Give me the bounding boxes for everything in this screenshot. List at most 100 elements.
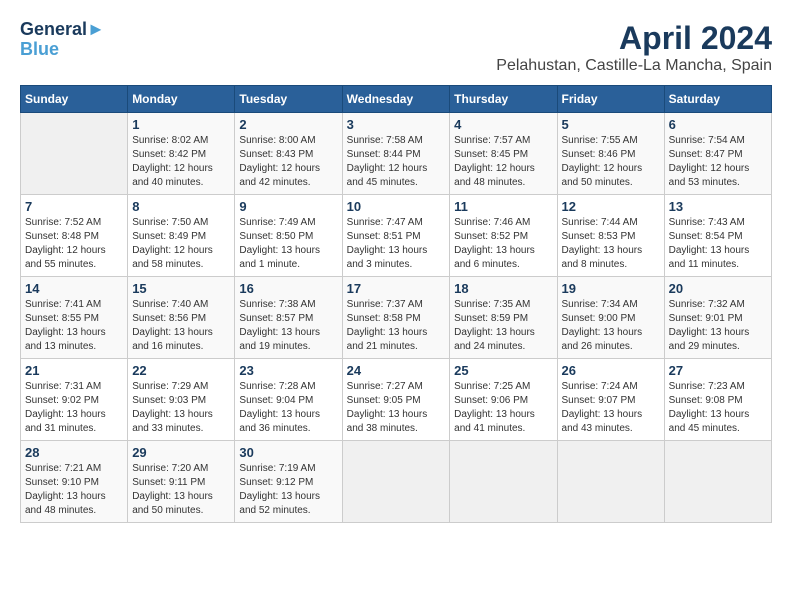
page-title: April 2024 bbox=[496, 20, 772, 57]
calendar-table: SundayMondayTuesdayWednesdayThursdayFrid… bbox=[20, 85, 772, 523]
calendar-cell: 3 Sunrise: 7:58 AM Sunset: 8:44 PM Daylig… bbox=[342, 113, 450, 195]
day-number: 13 bbox=[669, 199, 767, 214]
calendar-cell: 5 Sunrise: 7:55 AM Sunset: 8:46 PM Daylig… bbox=[557, 113, 664, 195]
calendar-cell: 19 Sunrise: 7:34 AM Sunset: 9:00 PM Dayli… bbox=[557, 277, 664, 359]
day-info: Sunrise: 7:21 AM Sunset: 9:10 PM Dayligh… bbox=[25, 462, 123, 518]
day-info: Sunrise: 7:50 AM Sunset: 8:49 PM Dayligh… bbox=[132, 216, 230, 272]
day-number: 18 bbox=[454, 281, 552, 296]
calendar-cell: 4 Sunrise: 7:57 AM Sunset: 8:45 PM Daylig… bbox=[450, 113, 557, 195]
day-number: 11 bbox=[454, 199, 552, 214]
day-info: Sunrise: 7:37 AM Sunset: 8:58 PM Dayligh… bbox=[347, 298, 446, 354]
day-info: Sunrise: 8:00 AM Sunset: 8:43 PM Dayligh… bbox=[239, 134, 337, 190]
weekday-header: Sunday bbox=[21, 86, 128, 113]
calendar-cell: 1Sunrise: 8:02 AM Sunset: 8:42 PM Daylig… bbox=[128, 113, 235, 195]
day-info: Sunrise: 7:47 AM Sunset: 8:51 PM Dayligh… bbox=[347, 216, 446, 272]
day-number: 22 bbox=[132, 363, 230, 378]
day-info: Sunrise: 7:34 AM Sunset: 9:00 PM Dayligh… bbox=[562, 298, 660, 354]
calendar-week-row: 7 Sunrise: 7:52 AM Sunset: 8:48 PM Daylig… bbox=[21, 195, 772, 277]
day-number: 19 bbox=[562, 281, 660, 296]
calendar-cell: 16 Sunrise: 7:38 AM Sunset: 8:57 PM Dayli… bbox=[235, 277, 342, 359]
calendar-cell: 15 Sunrise: 7:40 AM Sunset: 8:56 PM Dayli… bbox=[128, 277, 235, 359]
day-number: 20 bbox=[669, 281, 767, 296]
logo-text-line1: General► bbox=[20, 20, 105, 40]
day-number: 29 bbox=[132, 445, 230, 460]
calendar-cell bbox=[557, 441, 664, 523]
calendar-cell bbox=[450, 441, 557, 523]
day-number: 27 bbox=[669, 363, 767, 378]
calendar-cell: 23 Sunrise: 7:28 AM Sunset: 9:04 PM Dayli… bbox=[235, 359, 342, 441]
day-info: Sunrise: 7:29 AM Sunset: 9:03 PM Dayligh… bbox=[132, 380, 230, 436]
title-area: April 2024 Pelahustan, Castille-La Manch… bbox=[496, 20, 772, 75]
weekday-header: Monday bbox=[128, 86, 235, 113]
day-info: Sunrise: 7:24 AM Sunset: 9:07 PM Dayligh… bbox=[562, 380, 660, 436]
calendar-cell: 27 Sunrise: 7:23 AM Sunset: 9:08 PM Dayli… bbox=[664, 359, 771, 441]
day-number: 6 bbox=[669, 117, 767, 132]
day-number: 3 bbox=[347, 117, 446, 132]
day-info: Sunrise: 7:41 AM Sunset: 8:55 PM Dayligh… bbox=[25, 298, 123, 354]
day-info: Sunrise: 7:58 AM Sunset: 8:44 PM Dayligh… bbox=[347, 134, 446, 190]
calendar-cell: 9Sunrise: 7:49 AM Sunset: 8:50 PM Daylig… bbox=[235, 195, 342, 277]
day-info: Sunrise: 7:44 AM Sunset: 8:53 PM Dayligh… bbox=[562, 216, 660, 272]
calendar-cell: 21Sunrise: 7:31 AM Sunset: 9:02 PM Dayli… bbox=[21, 359, 128, 441]
calendar-cell: 24 Sunrise: 7:27 AM Sunset: 9:05 PM Dayli… bbox=[342, 359, 450, 441]
day-number: 7 bbox=[25, 199, 123, 214]
day-info: Sunrise: 7:38 AM Sunset: 8:57 PM Dayligh… bbox=[239, 298, 337, 354]
day-number: 10 bbox=[347, 199, 446, 214]
day-info: Sunrise: 7:49 AM Sunset: 8:50 PM Dayligh… bbox=[239, 216, 337, 272]
day-number: 23 bbox=[239, 363, 337, 378]
calendar-cell bbox=[664, 441, 771, 523]
logo-text-line2: Blue bbox=[20, 40, 105, 60]
day-number: 2 bbox=[239, 117, 337, 132]
logo: General► Blue bbox=[20, 20, 105, 60]
day-info: Sunrise: 7:20 AM Sunset: 9:11 PM Dayligh… bbox=[132, 462, 230, 518]
day-number: 24 bbox=[347, 363, 446, 378]
weekday-header: Thursday bbox=[450, 86, 557, 113]
calendar-cell: 30Sunrise: 7:19 AM Sunset: 9:12 PM Dayli… bbox=[235, 441, 342, 523]
day-info: Sunrise: 7:25 AM Sunset: 9:06 PM Dayligh… bbox=[454, 380, 552, 436]
calendar-cell: 20Sunrise: 7:32 AM Sunset: 9:01 PM Dayli… bbox=[664, 277, 771, 359]
day-info: Sunrise: 7:43 AM Sunset: 8:54 PM Dayligh… bbox=[669, 216, 767, 272]
page-header: General► Blue April 2024 Pelahustan, Cas… bbox=[20, 20, 772, 75]
calendar-cell: 12 Sunrise: 7:44 AM Sunset: 8:53 PM Dayli… bbox=[557, 195, 664, 277]
day-number: 12 bbox=[562, 199, 660, 214]
day-info: Sunrise: 7:23 AM Sunset: 9:08 PM Dayligh… bbox=[669, 380, 767, 436]
calendar-week-row: 21Sunrise: 7:31 AM Sunset: 9:02 PM Dayli… bbox=[21, 359, 772, 441]
calendar-cell: 22 Sunrise: 7:29 AM Sunset: 9:03 PM Dayli… bbox=[128, 359, 235, 441]
calendar-cell: 8 Sunrise: 7:50 AM Sunset: 8:49 PM Daylig… bbox=[128, 195, 235, 277]
calendar-cell: 17 Sunrise: 7:37 AM Sunset: 8:58 PM Dayli… bbox=[342, 277, 450, 359]
day-number: 14 bbox=[25, 281, 123, 296]
day-number: 1 bbox=[132, 117, 230, 132]
calendar-week-row: 28Sunrise: 7:21 AM Sunset: 9:10 PM Dayli… bbox=[21, 441, 772, 523]
day-number: 5 bbox=[562, 117, 660, 132]
calendar-cell bbox=[342, 441, 450, 523]
day-info: Sunrise: 7:55 AM Sunset: 8:46 PM Dayligh… bbox=[562, 134, 660, 190]
day-number: 25 bbox=[454, 363, 552, 378]
day-info: Sunrise: 7:31 AM Sunset: 9:02 PM Dayligh… bbox=[25, 380, 123, 436]
day-number: 15 bbox=[132, 281, 230, 296]
day-number: 16 bbox=[239, 281, 337, 296]
day-number: 8 bbox=[132, 199, 230, 214]
weekday-header: Wednesday bbox=[342, 86, 450, 113]
calendar-cell: 2 Sunrise: 8:00 AM Sunset: 8:43 PM Daylig… bbox=[235, 113, 342, 195]
calendar-cell: 13 Sunrise: 7:43 AM Sunset: 8:54 PM Dayli… bbox=[664, 195, 771, 277]
calendar-cell: 6Sunrise: 7:54 AM Sunset: 8:47 PM Daylig… bbox=[664, 113, 771, 195]
day-info: Sunrise: 7:27 AM Sunset: 9:05 PM Dayligh… bbox=[347, 380, 446, 436]
day-number: 4 bbox=[454, 117, 552, 132]
calendar-header-row: SundayMondayTuesdayWednesdayThursdayFrid… bbox=[21, 86, 772, 113]
day-info: Sunrise: 7:28 AM Sunset: 9:04 PM Dayligh… bbox=[239, 380, 337, 436]
calendar-cell: 14 Sunrise: 7:41 AM Sunset: 8:55 PM Dayli… bbox=[21, 277, 128, 359]
page-subtitle: Pelahustan, Castille-La Mancha, Spain bbox=[496, 57, 772, 75]
calendar-cell: 25 Sunrise: 7:25 AM Sunset: 9:06 PM Dayli… bbox=[450, 359, 557, 441]
day-number: 17 bbox=[347, 281, 446, 296]
weekday-header: Friday bbox=[557, 86, 664, 113]
calendar-cell: 29 Sunrise: 7:20 AM Sunset: 9:11 PM Dayli… bbox=[128, 441, 235, 523]
day-info: Sunrise: 7:52 AM Sunset: 8:48 PM Dayligh… bbox=[25, 216, 123, 272]
day-info: Sunrise: 7:35 AM Sunset: 8:59 PM Dayligh… bbox=[454, 298, 552, 354]
day-info: Sunrise: 7:40 AM Sunset: 8:56 PM Dayligh… bbox=[132, 298, 230, 354]
day-info: Sunrise: 7:57 AM Sunset: 8:45 PM Dayligh… bbox=[454, 134, 552, 190]
calendar-cell: 28Sunrise: 7:21 AM Sunset: 9:10 PM Dayli… bbox=[21, 441, 128, 523]
calendar-cell: 7 Sunrise: 7:52 AM Sunset: 8:48 PM Daylig… bbox=[21, 195, 128, 277]
calendar-cell: 26Sunrise: 7:24 AM Sunset: 9:07 PM Dayli… bbox=[557, 359, 664, 441]
day-info: Sunrise: 7:46 AM Sunset: 8:52 PM Dayligh… bbox=[454, 216, 552, 272]
calendar-cell bbox=[21, 113, 128, 195]
